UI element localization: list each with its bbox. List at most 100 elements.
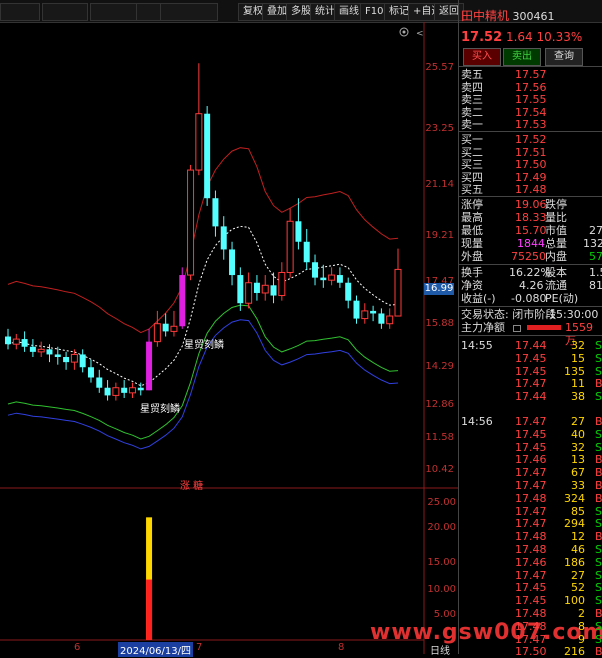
bid-row[interactable]: 买五 17.48 xyxy=(461,183,601,196)
tick-price: 17.48 xyxy=(515,491,547,505)
tick-row: 17.47 33 B xyxy=(461,479,602,492)
stat-low: 15.70 xyxy=(515,224,547,237)
toolbar-tab-5[interactable] xyxy=(160,3,218,21)
query-button[interactable]: 查询 xyxy=(545,48,583,66)
ask-row[interactable]: 卖二 17.54 xyxy=(461,106,601,119)
stat-label: 外盘 xyxy=(461,250,483,263)
tick-price: 17.50 xyxy=(515,645,547,658)
order-level-label: 买三 xyxy=(461,158,483,171)
tick-price: 17.45 xyxy=(515,594,547,608)
kline-chart[interactable]: < xyxy=(0,22,458,654)
stat-label: 换手 xyxy=(461,266,483,279)
candle xyxy=(87,359,94,383)
tick-price: 17.47 xyxy=(515,504,547,518)
tick-volume: 8 xyxy=(578,619,585,633)
stat-high: 18.33 xyxy=(515,211,547,224)
stat-totalvol: 132 xyxy=(583,237,602,250)
bid-row[interactable]: 买四 17.49 xyxy=(461,171,601,184)
tick-row: 17.48 8 S xyxy=(461,619,602,633)
order-level-price: 17.52 xyxy=(515,133,547,146)
vol-tick: 5.00 xyxy=(433,609,456,620)
bid-row[interactable]: 买二 17.51 xyxy=(461,146,601,159)
stock-change-pct: 10.33% xyxy=(536,30,583,44)
tick-row: 17.48 2 B xyxy=(461,607,602,620)
tick-price: 17.47 xyxy=(515,479,547,492)
price-tick: 21.14 xyxy=(425,179,454,190)
candle xyxy=(153,310,161,347)
price-tick: 10.42 xyxy=(425,464,454,475)
tick-volume: 11 xyxy=(571,377,585,391)
tick-volume: 15 xyxy=(571,351,585,365)
tick-side: B xyxy=(595,415,602,428)
tick-price: 17.47 xyxy=(515,517,547,531)
tick-volume: 40 xyxy=(571,427,585,441)
stat-shares: 1.5 xyxy=(589,266,602,279)
candle xyxy=(204,106,211,206)
status-time: 15:30:00 xyxy=(549,308,599,321)
tick-row: 14:56 17.47 27 B xyxy=(461,415,602,428)
candle xyxy=(312,254,319,286)
upper-band-line xyxy=(7,147,399,334)
tick-price: 17.45 xyxy=(515,440,547,454)
stat-label: 跌停 xyxy=(545,198,567,211)
tick-price: 17.47 xyxy=(515,466,547,480)
tick-price: 17.45 xyxy=(515,364,547,378)
chart-collapse-icon[interactable]: < xyxy=(416,29,424,39)
chart-settings-icon[interactable] xyxy=(399,27,409,37)
order-level-label: 买四 xyxy=(461,170,483,184)
tick-volume: 12 xyxy=(571,530,585,544)
ask-row[interactable]: 卖五 17.57 xyxy=(461,68,601,81)
tick-time: 14:55 xyxy=(461,339,493,352)
tick-side: S xyxy=(595,504,602,518)
stat-label: 市值 xyxy=(545,224,567,237)
tick-volume: 294 xyxy=(564,517,585,531)
tick-volume: 46 xyxy=(571,543,585,556)
tick-volume: 33 xyxy=(571,479,585,492)
date-label: 8 xyxy=(338,642,345,653)
candle xyxy=(253,275,260,301)
stock-name: 田中精机 xyxy=(461,9,510,23)
ask-row[interactable]: 卖三 17.55 xyxy=(461,93,601,106)
stat-mktcap: 27 xyxy=(589,224,602,237)
sell-button[interactable]: 卖出 xyxy=(503,48,541,66)
tick-row: 17.45 52 S xyxy=(461,581,602,594)
tick-volume: 32 xyxy=(571,339,585,352)
buy-button[interactable]: 买入 xyxy=(463,48,501,66)
bid-row[interactable]: 买一 17.52 xyxy=(461,133,601,146)
vol-tick: 25.00 xyxy=(427,497,456,508)
candle xyxy=(353,295,360,324)
candle xyxy=(378,308,385,329)
quote-panel: 田中精机 300461 17.52 1.64 10.33% 买入 卖出 查询 涨… xyxy=(458,0,602,658)
bid-row[interactable]: 买三 17.50 xyxy=(461,158,601,171)
tick-row: 17.47 85 S xyxy=(461,504,602,518)
tick-row: 17.48 12 B xyxy=(461,530,602,544)
order-level-price: 17.54 xyxy=(515,105,547,119)
stat-label: 现量 xyxy=(461,237,483,250)
tick-row: 17.45 100 S xyxy=(461,594,602,608)
toolbar-tab-3[interactable] xyxy=(90,3,140,21)
signal-label-1: 星贸刻鳞 xyxy=(184,340,224,351)
price-axis: 25.57 23.25 21.14 19.21 17.47 15.88 14.2… xyxy=(424,22,458,488)
order-level-price: 17.49 xyxy=(515,170,547,184)
date-label: 6 xyxy=(74,642,81,653)
order-level-label: 卖二 xyxy=(461,105,483,119)
tick-side: B xyxy=(595,645,602,658)
tick-side: B xyxy=(595,479,602,492)
toolbar-tab-1[interactable] xyxy=(0,3,40,21)
tick-volume: 13 xyxy=(571,453,585,467)
tick-side: S xyxy=(595,364,602,378)
price-tick: 23.25 xyxy=(425,123,454,134)
ask-row[interactable]: 卖一 17.53 xyxy=(461,118,601,131)
order-level-label: 买五 xyxy=(461,183,483,196)
stat-label: PE(动) xyxy=(545,292,579,305)
tick-volume: 100 xyxy=(564,594,585,608)
candle xyxy=(162,313,169,337)
toolbar-tab-2[interactable] xyxy=(42,3,88,21)
tick-row: 17.47 9 S xyxy=(461,633,602,646)
tick-row: 14:55 17.44 32 S xyxy=(461,339,602,352)
tick-side: S xyxy=(595,427,602,441)
ask-row[interactable]: 卖四 17.56 xyxy=(461,81,601,94)
tick-volume: 27 xyxy=(571,415,585,428)
order-level-label: 卖三 xyxy=(461,93,483,106)
date-label: 7 xyxy=(196,642,203,653)
